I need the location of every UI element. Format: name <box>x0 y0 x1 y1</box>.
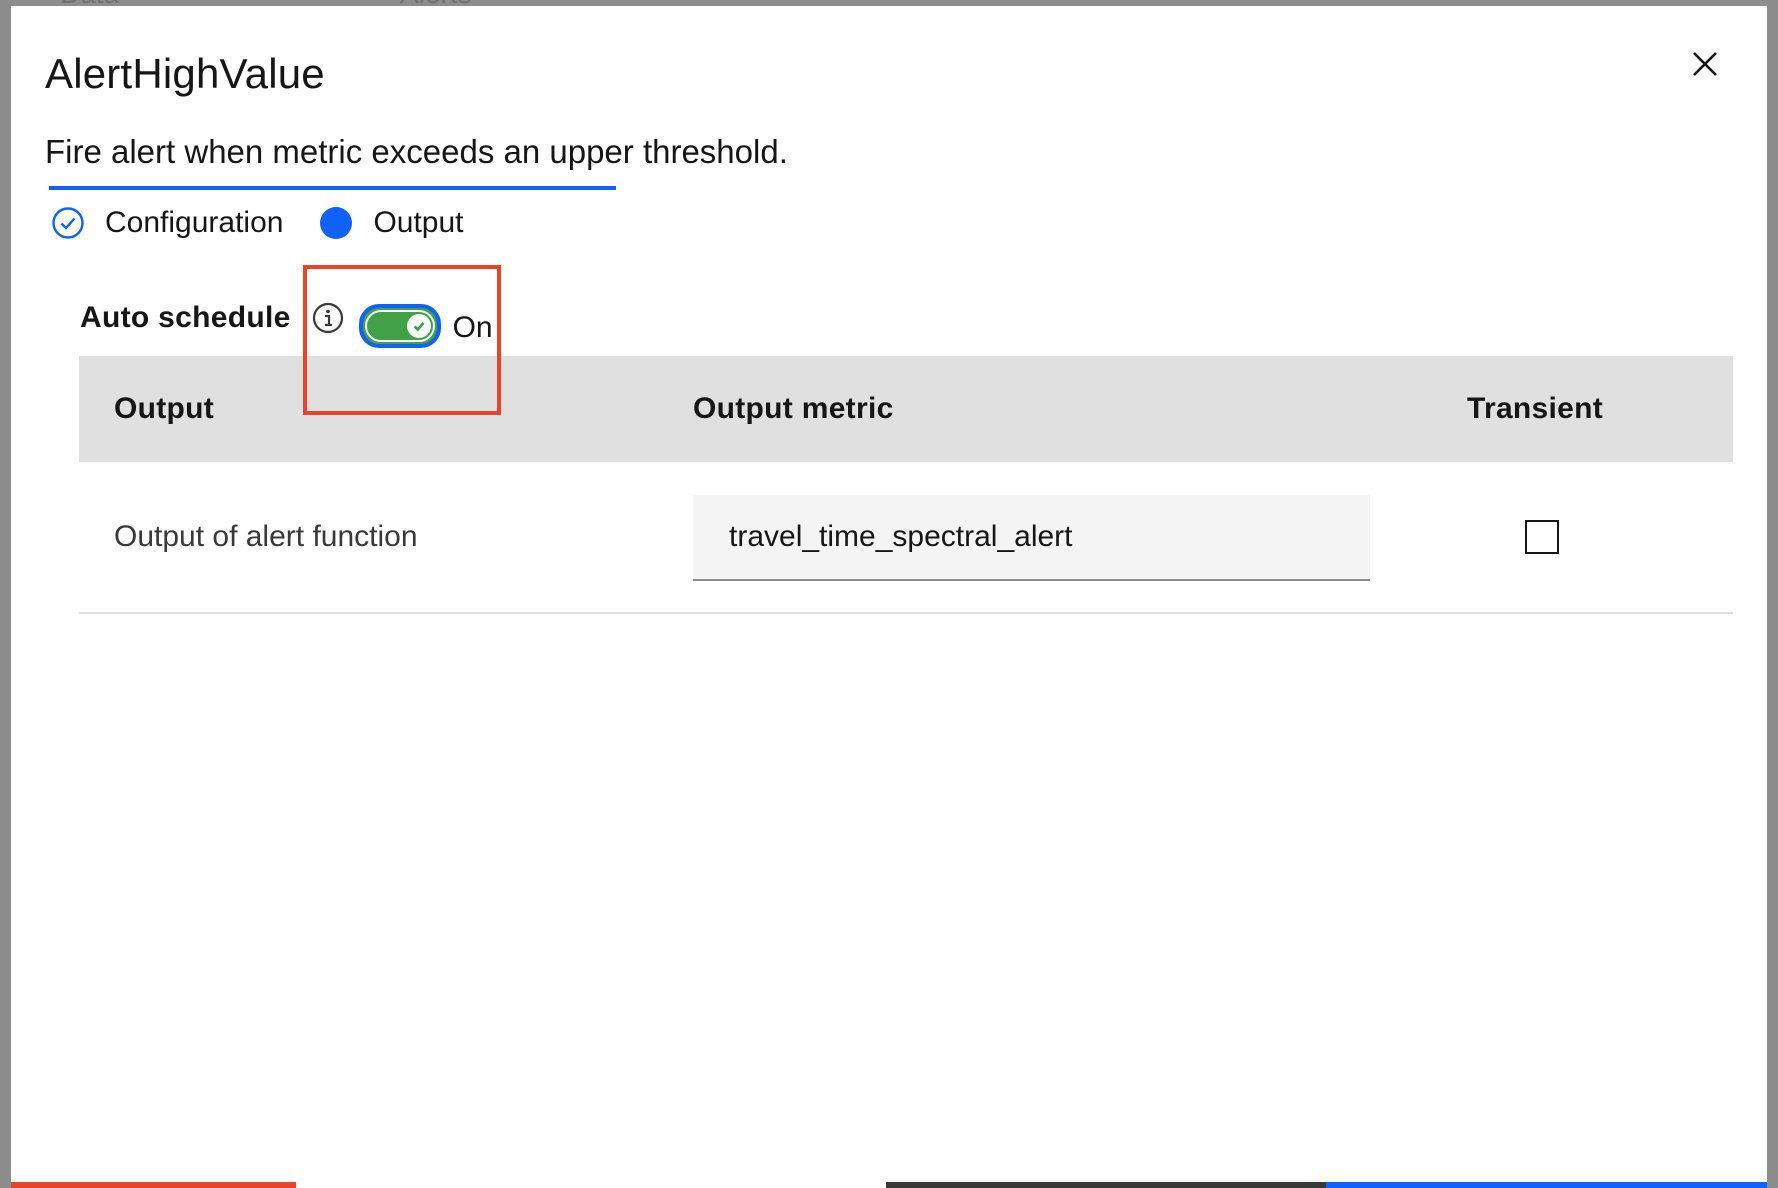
filled-circle-icon <box>319 206 353 240</box>
step-label-configuration: Configuration <box>105 206 284 239</box>
auto-schedule-row: Auto schedule On <box>80 296 493 348</box>
column-header-output-metric: Output metric <box>693 392 894 425</box>
step-configuration[interactable]: Configuration <box>51 206 283 240</box>
bottom-status-bar <box>11 1182 1767 1188</box>
progress-indicator-line <box>49 186 616 190</box>
toggle-check-icon <box>406 314 431 338</box>
alert-output-modal: AlertHighValue Fire alert when metric ex… <box>11 6 1767 1188</box>
modal-title: AlertHighValue <box>45 50 325 97</box>
auto-schedule-label: Auto schedule <box>80 301 291 334</box>
table-header: Output Output metric Transient <box>79 356 1733 462</box>
transient-checkbox[interactable] <box>1525 520 1559 554</box>
toggle-state-text: On <box>452 311 493 344</box>
output-table: Output Output metric Transient Output of… <box>79 356 1733 614</box>
progress-steps: Configuration Output <box>51 206 500 240</box>
output-metric-input[interactable] <box>693 495 1370 581</box>
auto-schedule-toggle[interactable] <box>358 304 441 348</box>
step-label-output: Output <box>373 206 464 239</box>
checkmark-outline-icon <box>51 206 85 240</box>
close-icon <box>1693 52 1717 76</box>
table-row: Output of alert function <box>79 462 1733 614</box>
column-header-output: Output <box>114 392 215 425</box>
step-output[interactable]: Output <box>319 206 464 240</box>
close-button[interactable] <box>1683 42 1727 86</box>
modal-description: Fire alert when metric exceeds an upper … <box>45 133 788 170</box>
information-icon[interactable] <box>311 301 345 335</box>
output-name-cell: Output of alert function <box>114 520 418 553</box>
column-header-transient: Transient <box>1467 392 1604 425</box>
